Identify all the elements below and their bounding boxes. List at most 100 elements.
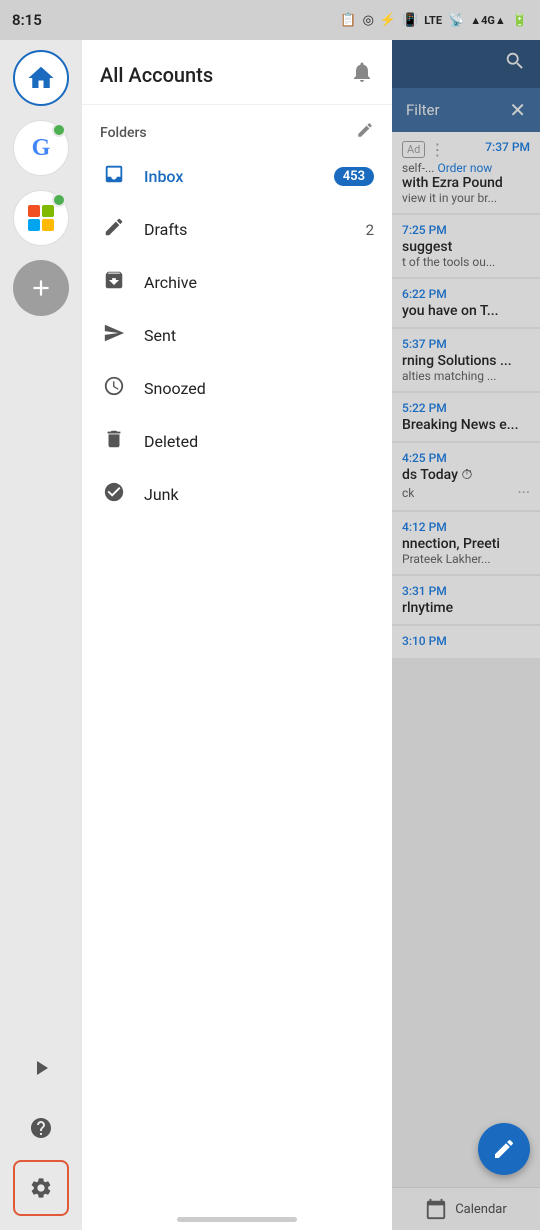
- folders-label: Folders: [100, 125, 147, 141]
- email-item[interactable]: 3:31 PM rlnytime: [392, 576, 540, 624]
- bottom-indicator: [177, 1217, 297, 1222]
- email-sender: ds Today ⏱: [402, 467, 530, 483]
- drawer-title: All Accounts: [100, 63, 213, 87]
- folder-drafts[interactable]: Drafts 2: [82, 203, 392, 256]
- drawer: All Accounts Folders Inbox: [82, 40, 392, 1230]
- email-body: ck: [402, 486, 414, 500]
- folder-junk[interactable]: Junk: [82, 468, 392, 521]
- junk-label: Junk: [144, 485, 374, 504]
- compose-button[interactable]: [478, 1123, 530, 1175]
- sent-label: Sent: [144, 326, 374, 345]
- cast-icon: ◎: [363, 13, 374, 28]
- folder-deleted[interactable]: Deleted: [82, 415, 392, 468]
- archive-icon: [100, 269, 128, 296]
- email-item[interactable]: 6:22 PM you have on T...: [392, 279, 540, 327]
- email-panel: Filter ✕ Ad ⋮ 7:37 PM self-... Order now…: [392, 40, 540, 1230]
- email-time: 3:31 PM: [402, 584, 447, 598]
- avatar-google[interactable]: G: [13, 120, 69, 176]
- google-badge: [52, 123, 66, 137]
- email-time: 3:10 PM: [402, 634, 447, 648]
- status-icons: 📋 ◎ ⚡ 📳 LTE 📡 ▲4G▲ 🔋: [340, 13, 528, 28]
- ellipsis-icon[interactable]: ···: [517, 483, 530, 502]
- email-time: 4:12 PM: [402, 520, 447, 534]
- status-bar: 8:15 📋 ◎ ⚡ 📳 LTE 📡 ▲4G▲ 🔋: [0, 0, 540, 40]
- google-g-icon: G: [32, 135, 51, 162]
- folder-archive[interactable]: Archive: [82, 256, 392, 309]
- close-filter-button[interactable]: ✕: [509, 98, 526, 122]
- drawer-header: All Accounts: [82, 40, 392, 105]
- sent-icon: [100, 322, 128, 349]
- settings-button[interactable]: [13, 1160, 69, 1216]
- email-sender: rlnytime: [402, 600, 530, 616]
- email-time: 7:25 PM: [402, 223, 447, 237]
- email-sender: rning Solutions ...: [402, 353, 530, 369]
- email-preview: self-... Order now: [402, 161, 530, 175]
- email-sender: nnection, Preeti: [402, 536, 530, 552]
- inbox-label: Inbox: [144, 167, 318, 186]
- sidebar-bottom: [0, 1040, 82, 1230]
- email-time: 5:22 PM: [402, 401, 447, 415]
- email-body: view it in your br...: [402, 191, 530, 205]
- email-item[interactable]: 4:12 PM nnection, Preeti Prateek Lakher.…: [392, 512, 540, 574]
- email-time: 7:37 PM: [485, 140, 530, 154]
- bluetooth-icon: ⚡: [380, 13, 396, 28]
- email-sender: you have on T...: [402, 303, 530, 319]
- inbox-icon: [100, 163, 128, 190]
- email-time: 5:37 PM: [402, 337, 447, 351]
- folder-sent[interactable]: Sent: [82, 309, 392, 362]
- help-icon: [29, 1116, 53, 1140]
- email-item[interactable]: 5:37 PM rning Solutions ... alties match…: [392, 329, 540, 391]
- office-badge: [52, 193, 66, 207]
- wifi-icon: 📡: [448, 13, 464, 28]
- email-item[interactable]: 4:25 PM ds Today ⏱ ck ···: [392, 443, 540, 510]
- filter-label[interactable]: Filter: [406, 101, 440, 119]
- settings-icon: [29, 1176, 53, 1200]
- folder-inbox[interactable]: Inbox 453: [82, 150, 392, 203]
- ad-badge: Ad ⋮: [402, 140, 445, 159]
- add-icon: [28, 275, 54, 301]
- email-item[interactable]: Ad ⋮ 7:37 PM self-... Order now with Ezr…: [392, 132, 540, 213]
- drafts-label: Drafts: [144, 220, 350, 239]
- main-layout: G: [0, 40, 540, 1230]
- email-body: t of the tools ou...: [402, 255, 530, 269]
- folders-section: Folders: [82, 105, 392, 150]
- deleted-icon: [100, 428, 128, 455]
- inbox-badge: 453: [334, 167, 374, 186]
- battery-icon: 🔋: [512, 13, 528, 28]
- email-list: Ad ⋮ 7:37 PM self-... Order now with Ezr…: [392, 132, 540, 1187]
- email-item[interactable]: 3:10 PM: [392, 626, 540, 658]
- sim-icon: 📋: [340, 13, 356, 28]
- snoozed-label: Snoozed: [144, 379, 374, 398]
- email-panel-header: [392, 40, 540, 88]
- email-item[interactable]: 7:25 PM suggest t of the tools ou...: [392, 215, 540, 277]
- office-icon: [28, 205, 54, 231]
- avatar-home[interactable]: [13, 50, 69, 106]
- calendar-label: Calendar: [455, 1202, 507, 1217]
- play-button[interactable]: [13, 1040, 69, 1096]
- junk-icon: [100, 481, 128, 508]
- email-time: 6:22 PM: [402, 287, 447, 301]
- email-time: 4:25 PM: [402, 451, 447, 465]
- ad-label: Ad: [402, 141, 425, 158]
- calendar-icon: [425, 1198, 447, 1220]
- menu-icon[interactable]: ⋮: [429, 140, 445, 159]
- folder-snoozed[interactable]: Snoozed: [82, 362, 392, 415]
- avatar-office[interactable]: [13, 190, 69, 246]
- notifications-bell[interactable]: [350, 60, 374, 90]
- signal-icon: ▲4G▲: [470, 14, 506, 27]
- sidebar: G: [0, 40, 82, 1230]
- search-button[interactable]: [504, 50, 526, 78]
- snoozed-icon: [100, 375, 128, 402]
- email-sender: with Ezra Pound: [402, 175, 530, 191]
- edit-folders-button[interactable]: [356, 121, 374, 144]
- status-time: 8:15: [12, 11, 42, 29]
- avatar-add-account[interactable]: [13, 260, 69, 316]
- drafts-count: 2: [366, 221, 374, 239]
- compose-icon: [492, 1137, 516, 1161]
- help-button[interactable]: [13, 1100, 69, 1156]
- email-item[interactable]: 5:22 PM Breaking News e...: [392, 393, 540, 441]
- email-sender: Breaking News e...: [402, 417, 530, 433]
- calendar-bar[interactable]: Calendar: [392, 1187, 540, 1230]
- vibrate-icon: 📳: [402, 13, 418, 28]
- play-icon: [29, 1056, 53, 1080]
